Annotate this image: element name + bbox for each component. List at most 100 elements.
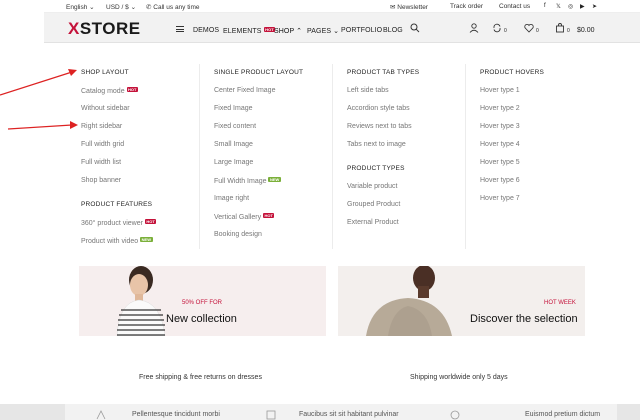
- heart-icon[interactable]: [524, 23, 534, 33]
- new-badge: NEW: [140, 237, 153, 242]
- phone-label: Call us any time: [153, 4, 200, 11]
- menu-item-reviews-next-to-tabs[interactable]: Reviews next to tabs: [347, 123, 412, 130]
- cart-count: 0: [567, 28, 570, 34]
- feature-icon: [96, 410, 106, 420]
- col-title-product-types: PRODUCT TYPES: [347, 165, 405, 172]
- mail-icon: ✉: [390, 4, 396, 11]
- menu-item-external-product[interactable]: External Product: [347, 219, 399, 226]
- nav-blog[interactable]: BLOG: [383, 27, 403, 34]
- new-badge: NEW: [268, 177, 281, 182]
- hot-badge: HOT: [263, 213, 275, 218]
- currency-label: USD / $: [106, 4, 129, 11]
- newsletter-link[interactable]: ✉ Newsletter: [390, 3, 428, 11]
- language-selector[interactable]: English ⌄: [66, 3, 95, 11]
- menu-item-image-right[interactable]: Image right: [214, 195, 249, 202]
- account-icon[interactable]: [469, 23, 479, 33]
- chevron-down-icon: ⌄: [89, 4, 95, 11]
- menu-item-left-side-tabs[interactable]: Left side tabs: [347, 87, 389, 94]
- column-divider: [332, 64, 333, 249]
- menu-item-small-image[interactable]: Small Image: [214, 141, 253, 148]
- annotation-arrows: [0, 69, 78, 130]
- track-order-link[interactable]: Track order: [450, 3, 483, 10]
- nav-elements-label: ELEMENTS: [223, 28, 262, 35]
- col-title-product-hovers: PRODUCT HOVERS: [480, 69, 545, 76]
- menu-item-booking-design[interactable]: Booking design: [214, 231, 262, 238]
- nav-shop[interactable]: SHOP ⌃: [274, 27, 302, 35]
- top-bar: English ⌄ USD / $ ⌄ ✆ Call us any time ✉…: [44, 0, 640, 13]
- menu-item-vertical-gallery[interactable]: Vertical Gallery HOT: [214, 213, 275, 221]
- col-title-product-features: PRODUCT FEATURES: [81, 201, 153, 208]
- instagram-icon[interactable]: ◎: [568, 3, 573, 10]
- menu-item-hover-1[interactable]: Hover type 1: [480, 87, 520, 94]
- nav-pages-label: PAGES: [307, 28, 332, 35]
- phone-link[interactable]: ✆ Call us any time: [146, 3, 200, 11]
- banner-right-eyebrow: HOT WEEK: [544, 300, 576, 306]
- compare-icon[interactable]: [492, 23, 502, 33]
- banner-man-image: [366, 266, 452, 336]
- chevron-down-icon: ⌄: [130, 4, 137, 11]
- facebook-icon[interactable]: f: [544, 3, 546, 9]
- hot-badge: HOT: [144, 219, 157, 224]
- menu-item-variable-product[interactable]: Variable product: [347, 183, 397, 190]
- menu-item-tabs-next-to-image[interactable]: Tabs next to image: [347, 141, 406, 148]
- cart-icon[interactable]: [555, 23, 565, 33]
- language-label: English: [66, 4, 88, 11]
- feature-icon: [450, 410, 460, 420]
- menu-item-label: Vertical Gallery: [214, 214, 262, 221]
- banner-left-title: New collection: [166, 313, 237, 325]
- menu-item-label: Full Width Image: [214, 178, 267, 185]
- feature-text-1: Pellentesque tincidunt morbi: [132, 411, 220, 418]
- compare-count: 0: [504, 28, 507, 34]
- banner-new-collection[interactable]: 50% OFF FOR New collection: [79, 266, 326, 336]
- nav-elements[interactable]: ELEMENTS HOT: [223, 27, 276, 35]
- banner-right-title: Discover the selection: [470, 313, 578, 325]
- site-header: XSTORE DEMOS ELEMENTS HOT SHOP ⌃ PAGES ⌄…: [44, 13, 640, 43]
- menu-item-grouped-product[interactable]: Grouped Product: [347, 201, 400, 208]
- currency-selector[interactable]: USD / $ ⌄: [106, 3, 136, 11]
- logo-x: X: [68, 19, 80, 38]
- menu-item-fixed-image[interactable]: Fixed Image: [214, 105, 253, 112]
- x-twitter-icon[interactable]: 𝕏: [556, 3, 561, 10]
- column-divider: [199, 64, 200, 249]
- phone-icon: ✆: [146, 4, 152, 11]
- logo-text: STORE: [79, 19, 141, 38]
- menu-item-large-image[interactable]: Large Image: [214, 159, 253, 166]
- menu-item-label: 360° product viewer: [81, 220, 143, 227]
- youtube-icon[interactable]: ▶: [580, 3, 585, 10]
- banner-discover-selection[interactable]: HOT WEEK Discover the selection: [338, 266, 585, 336]
- menu-item-hover-5[interactable]: Hover type 5: [480, 159, 520, 166]
- column-divider: [465, 64, 466, 249]
- menu-item-accordion-tabs[interactable]: Accordion style tabs: [347, 105, 410, 112]
- banner-left-eyebrow: 50% OFF FOR: [182, 300, 223, 306]
- nav-portfolio[interactable]: PORTFOLIO: [341, 27, 382, 34]
- annotation-arrow-right-sidebar: [7, 124, 73, 130]
- feature-text-3: Euismod pretium dictum: [525, 411, 601, 418]
- nav-demos[interactable]: DEMOS: [193, 27, 219, 34]
- menu-item-label: Product with video: [81, 238, 139, 245]
- wishlist-count: 0: [536, 28, 539, 34]
- menu-item-360-viewer[interactable]: 360° product viewer HOT: [81, 219, 157, 227]
- menu-item-full-width-image[interactable]: Full Width Image NEW: [214, 177, 281, 185]
- menu-item-full-width-grid[interactable]: Full width grid: [81, 141, 124, 148]
- menu-item-center-fixed-image[interactable]: Center Fixed Image: [214, 87, 275, 94]
- menu-item-hover-7[interactable]: Hover type 7: [480, 195, 520, 202]
- menu-item-hover-2[interactable]: Hover type 2: [480, 105, 520, 112]
- menu-icon[interactable]: [176, 26, 184, 32]
- menu-item-hover-4[interactable]: Hover type 4: [480, 141, 520, 148]
- menu-item-shop-banner[interactable]: Shop banner: [81, 177, 121, 184]
- search-icon[interactable]: [410, 23, 420, 33]
- shipping-note-left: Free shipping & free returns on dresses: [139, 374, 262, 381]
- nav-pages[interactable]: PAGES ⌄: [307, 27, 339, 35]
- hot-badge: HOT: [126, 87, 138, 92]
- telegram-icon[interactable]: ➤: [592, 3, 597, 10]
- menu-item-hover-6[interactable]: Hover type 6: [480, 177, 520, 184]
- logo[interactable]: XSTORE: [68, 19, 141, 39]
- menu-item-fixed-content[interactable]: Fixed content: [214, 123, 256, 130]
- menu-item-hover-3[interactable]: Hover type 3: [480, 123, 520, 130]
- menu-item-product-video[interactable]: Product with video NEW: [81, 237, 153, 245]
- col-title-single-product-layout: SINGLE PRODUCT LAYOUT: [214, 69, 304, 76]
- menu-item-full-width-list[interactable]: Full width list: [81, 159, 121, 166]
- contact-us-link[interactable]: Contact us: [499, 3, 530, 10]
- col-title-product-tab-types: PRODUCT TAB TYPES: [347, 69, 420, 76]
- newsletter-label: Newsletter: [397, 4, 428, 11]
